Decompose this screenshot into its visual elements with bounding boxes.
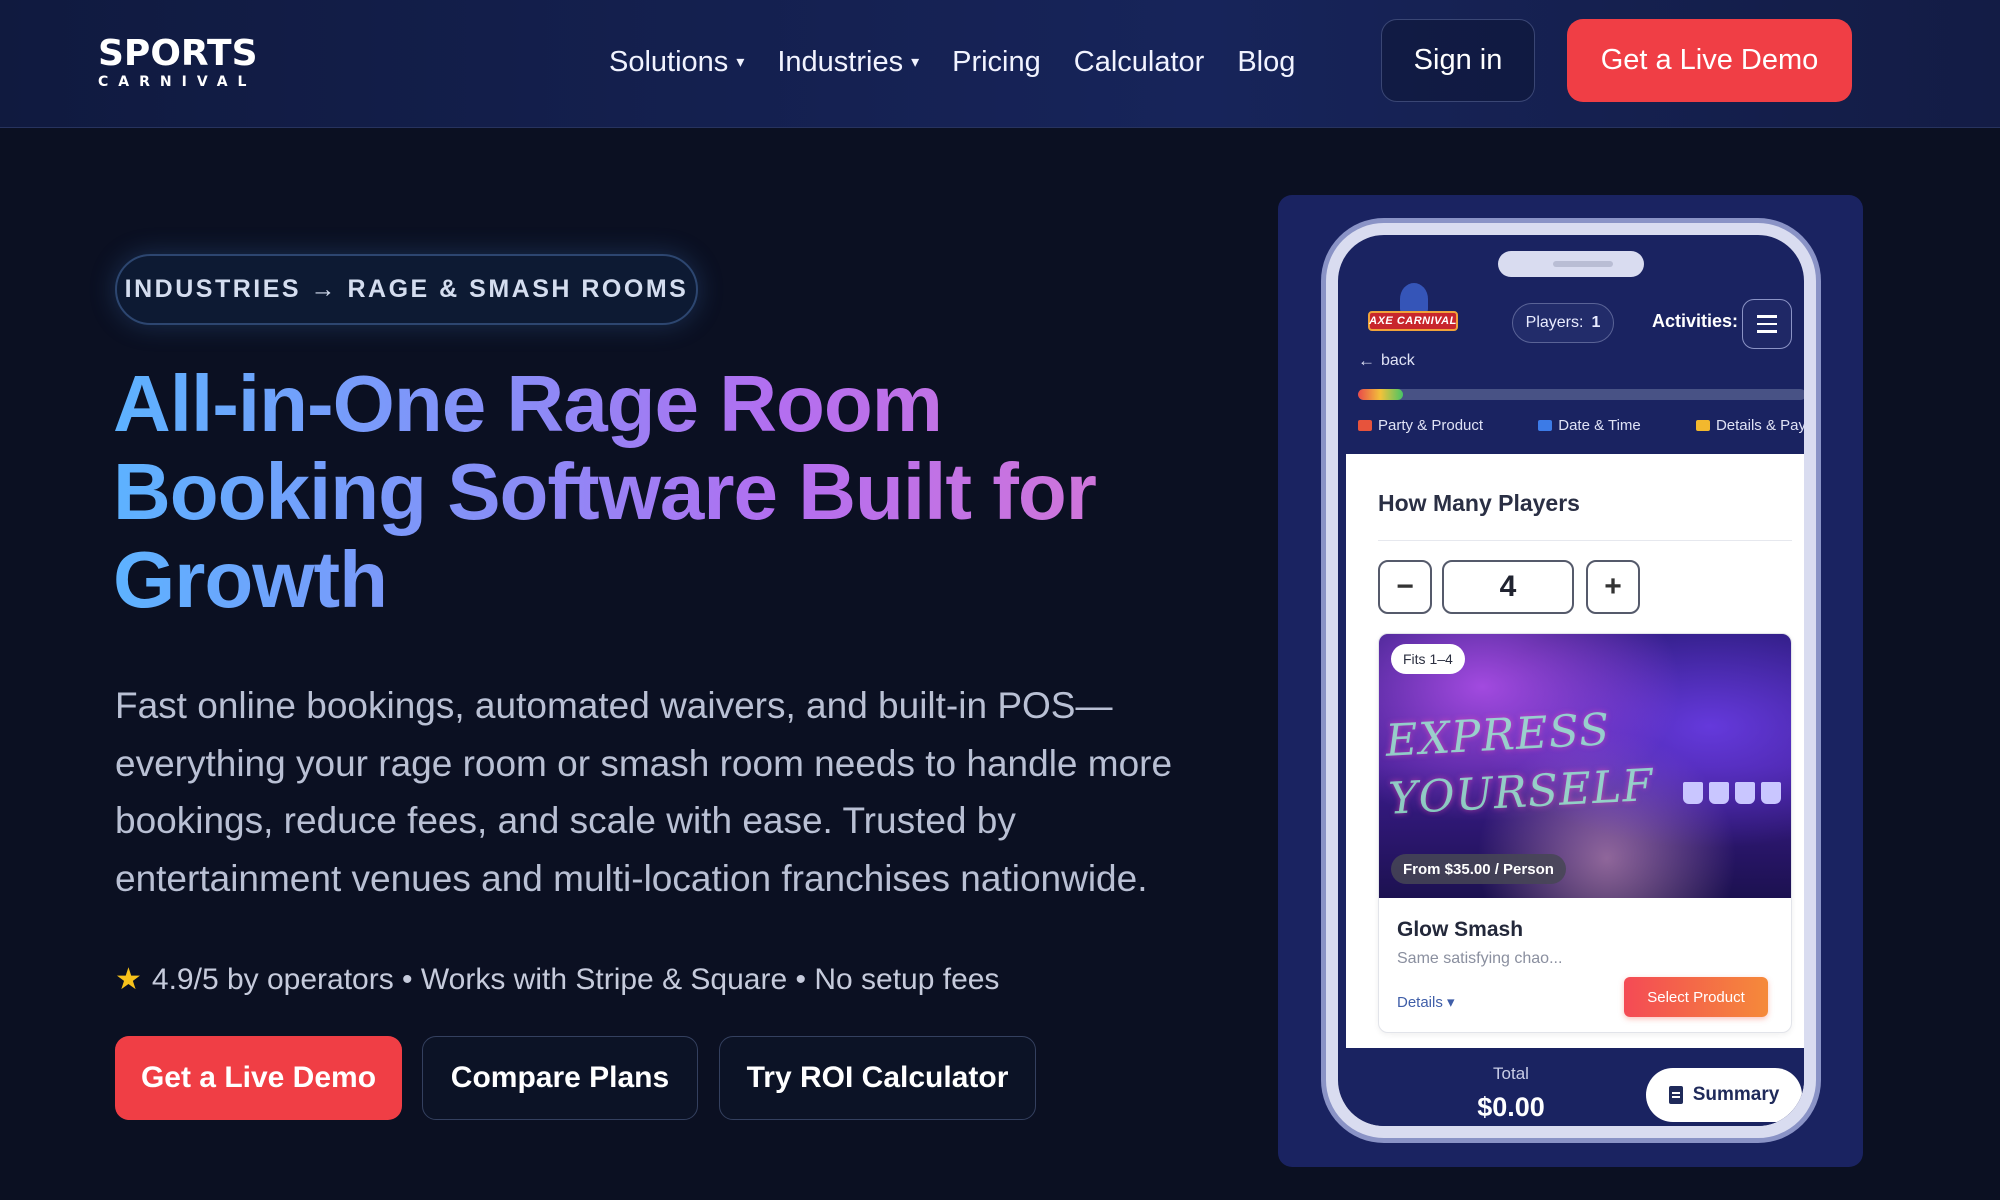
activities-label: Activities: bbox=[1652, 311, 1739, 331]
step-label: Date & Time bbox=[1558, 417, 1641, 434]
chevron-down-icon: ▾ bbox=[736, 54, 745, 71]
players-chip[interactable]: Players: 1 bbox=[1512, 303, 1614, 343]
booking-progress-bar bbox=[1358, 389, 1804, 400]
nav-solutions-label: Solutions bbox=[609, 45, 729, 78]
phone-mockup: AXE CARNIVAL Players: 1 Activities: ← ba… bbox=[1326, 223, 1816, 1138]
nav-pricing[interactable]: Pricing bbox=[952, 46, 1041, 79]
cups-decoration bbox=[1683, 782, 1787, 804]
app-logo-text: AXE CARNIVAL bbox=[1368, 311, 1458, 331]
chevron-down-icon: ▾ bbox=[911, 54, 920, 71]
booking-steps: Party & Product Date & Time Details & Pa… bbox=[1358, 417, 1806, 434]
ticket-icon bbox=[1358, 420, 1372, 431]
nav-industries[interactable]: Industries ▾ bbox=[777, 46, 919, 79]
step-details-pay[interactable]: Details & Pay bbox=[1695, 417, 1806, 434]
step-label: Details & Pay bbox=[1715, 417, 1806, 434]
summary-label: Summary bbox=[1692, 1084, 1780, 1105]
phone-notch bbox=[1498, 251, 1644, 277]
details-toggle[interactable]: Details ▾ bbox=[1397, 993, 1455, 1011]
trust-text: 4.9/5 by operators • Works with Stripe &… bbox=[151, 962, 1000, 996]
increment-button[interactable]: + bbox=[1586, 560, 1640, 614]
arrow-left-icon: ← bbox=[1358, 351, 1375, 370]
capacity-badge: Fits 1–4 bbox=[1391, 644, 1465, 674]
decrement-button[interactable]: − bbox=[1378, 560, 1432, 614]
step-label: Party & Product bbox=[1378, 417, 1484, 434]
back-label: back bbox=[1381, 352, 1415, 369]
nav-blog[interactable]: Blog bbox=[1237, 46, 1295, 79]
card-icon bbox=[1695, 420, 1710, 431]
players-label: Players: bbox=[1525, 314, 1584, 331]
get-live-demo-header-button[interactable]: Get a Live Demo bbox=[1567, 19, 1852, 102]
sign-in-button[interactable]: Sign in bbox=[1381, 19, 1535, 102]
nav-solutions[interactable]: Solutions ▾ bbox=[609, 46, 744, 79]
graffiti-text: EXPRESS YOURSELF bbox=[1384, 704, 1655, 825]
sports-carnival-logo[interactable]: SPORTS CARNIVAL bbox=[98, 33, 258, 91]
logo-subtitle: CARNIVAL bbox=[98, 74, 257, 90]
logo-wordmark: SPORTS bbox=[98, 33, 258, 74]
trust-line: ★ 4.9/5 by operators • Works with Stripe… bbox=[115, 962, 999, 997]
players-question: How Many Players bbox=[1378, 490, 1580, 516]
roi-calculator-button[interactable]: Try ROI Calculator bbox=[719, 1036, 1036, 1120]
product-card[interactable]: EXPRESS YOURSELF Fits 1–4 From $35.00 / … bbox=[1378, 633, 1792, 1033]
progress-fill bbox=[1358, 389, 1403, 400]
players-count: 1 bbox=[1591, 314, 1601, 331]
main-nav: Solutions ▾ Industries ▾ Pricing Calcula… bbox=[609, 0, 1328, 124]
step-party-product[interactable]: Party & Product bbox=[1358, 417, 1483, 434]
player-count-input[interactable]: 4 bbox=[1442, 560, 1574, 614]
booking-footer: Total $0.00 Summary bbox=[1346, 1048, 1804, 1126]
price-badge: From $35.00 / Person bbox=[1391, 854, 1566, 884]
site-header: SPORTS CARNIVAL Solutions ▾ Industries ▾… bbox=[0, 0, 2000, 128]
product-name: Glow Smash bbox=[1397, 918, 1524, 941]
nav-industries-label: Industries bbox=[777, 45, 904, 78]
step-date-time[interactable]: Date & Time bbox=[1538, 417, 1641, 434]
total-value: $0.00 bbox=[1477, 1092, 1545, 1122]
hero-subtitle: Fast online bookings, automated waivers,… bbox=[115, 685, 1173, 899]
divider bbox=[1378, 540, 1792, 541]
hero-title: All-in-One Rage Room Booking Software Bu… bbox=[113, 360, 1133, 624]
total-label: Total bbox=[1493, 1064, 1529, 1083]
hamburger-menu-button[interactable] bbox=[1742, 299, 1792, 349]
axe-carnival-logo[interactable]: AXE CARNIVAL bbox=[1366, 283, 1460, 345]
back-link[interactable]: ← back bbox=[1358, 351, 1415, 371]
product-description: Same satisfying chao... bbox=[1397, 950, 1563, 967]
nav-calculator[interactable]: Calculator bbox=[1074, 46, 1205, 79]
document-icon bbox=[1668, 1086, 1683, 1104]
get-live-demo-button[interactable]: Get a Live Demo bbox=[115, 1036, 402, 1120]
compare-plans-button[interactable]: Compare Plans bbox=[422, 1036, 698, 1120]
booking-panel: How Many Players − 4 + EXPRESS YOURSELF … bbox=[1346, 454, 1804, 1048]
summary-button[interactable]: Summary bbox=[1646, 1068, 1802, 1122]
star-icon: ★ bbox=[115, 963, 142, 996]
calendar-icon bbox=[1538, 420, 1553, 431]
industry-breadcrumb: INDUSTRIES → RAGE & SMASH ROOMS bbox=[115, 254, 698, 325]
select-product-button[interactable]: Select Product bbox=[1624, 977, 1768, 1017]
